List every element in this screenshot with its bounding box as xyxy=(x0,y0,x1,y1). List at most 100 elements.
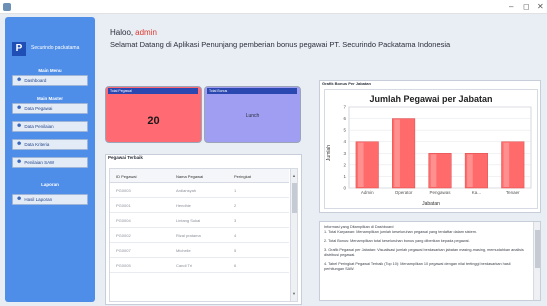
greeting-text: Haloo, xyxy=(110,28,134,37)
x-tick-label: Tenaer xyxy=(506,190,520,195)
cell-name: Candi Tri xyxy=(176,263,193,268)
x-tick-label: Ka... xyxy=(472,190,481,195)
bar-highlight xyxy=(430,154,437,187)
master-title: Main Master xyxy=(36,96,63,101)
data-penilaian-button[interactable]: ☻ Data Penilaian xyxy=(12,121,88,132)
column-header[interactable]: ID Pegawai xyxy=(116,174,136,179)
penilaian-saw-button[interactable]: ☻ Penilaian SAW xyxy=(12,157,88,168)
best-employee-panel: Pegawai Terbaik ID Pegawai Nama Pegawai … xyxy=(105,154,302,305)
y-tick-label: 7 xyxy=(343,105,346,110)
menu-label: Hasil Laporan xyxy=(24,197,53,202)
users-icon: ☻ xyxy=(16,159,23,166)
chart-title: Jumlah Pegawai per Jabatan xyxy=(369,94,492,104)
chart-caption: Grafik Bonus Per Jabatan xyxy=(322,81,371,86)
username: admin xyxy=(135,28,157,37)
cell-rank: 1 xyxy=(234,188,237,193)
title-bar: – ◻ ✕ xyxy=(0,0,547,14)
data-pegawai-button[interactable]: ☻ Data Pegawai xyxy=(12,103,88,114)
cell-rank: 2 xyxy=(234,203,237,208)
users-icon: ☻ xyxy=(16,123,23,130)
y-tick-label: 5 xyxy=(343,128,346,133)
y-axis-label: Jumlah xyxy=(326,145,332,161)
info-text[interactable]: Informasi yang Ditampilkan di Dashboard … xyxy=(324,225,530,276)
minimize-icon[interactable]: – xyxy=(509,1,513,13)
y-tick-label: 4 xyxy=(343,139,346,144)
table-row[interactable]: PG0007 Michelle 5 xyxy=(110,243,289,258)
table-scrollbar[interactable]: ▲ ▼ xyxy=(290,169,297,301)
dashboard-button[interactable]: ☻ Dashboard xyxy=(12,75,88,86)
info-line: 1. Total Karyawan: Menampilkan jumlah ke… xyxy=(324,230,477,235)
card-title: Total Pegawai xyxy=(108,88,198,94)
card-value: 20 xyxy=(147,115,160,127)
users-icon: ☻ xyxy=(16,105,23,112)
bar-highlight xyxy=(357,142,364,187)
cell-name: Lintang Sukai xyxy=(176,218,201,223)
welcome-message: Selamat Datang di Aplikasi Penunjang pem… xyxy=(110,40,451,49)
bar-highlight xyxy=(467,154,473,187)
report-title: Laporan xyxy=(41,182,59,187)
greeting: Haloo, admin xyxy=(110,28,157,37)
users-icon: ☻ xyxy=(16,77,23,84)
data-kriteria-button[interactable]: ☻ Data Kriteria xyxy=(12,139,88,150)
info-line: 4. Tabel Peringkat Pegawai Terbaik (Top … xyxy=(324,261,511,272)
table-row[interactable]: PG0005 Candi Tri 6 xyxy=(110,258,289,273)
x-tick-label: Operator xyxy=(395,190,413,195)
total-bonus-card: Total Bonus Lunch xyxy=(204,86,301,143)
menu-label: Data Penilaian xyxy=(24,124,54,129)
y-tick-label: 2 xyxy=(343,162,346,167)
card-title: Total Bonus xyxy=(207,88,297,94)
hasil-laporan-button[interactable]: ☻ Hasil Laporan xyxy=(12,194,88,205)
menu-label: Data Kriteria xyxy=(24,142,50,147)
sidebar: P Securindo packatama Main Menu ☻ Dashboa… xyxy=(5,17,95,302)
close-icon[interactable]: ✕ xyxy=(537,1,544,13)
cell-id: PG0005 xyxy=(116,263,131,268)
scroll-up-icon[interactable]: ▲ xyxy=(292,173,296,178)
logo-text: Securindo packatama xyxy=(31,45,80,51)
table-title: Pegawai Terbaik xyxy=(108,155,143,160)
cell-name: Rizal pratama xyxy=(176,233,201,238)
users-icon: ☻ xyxy=(16,196,23,203)
table-row[interactable]: PG0004 Lintang Sukai 3 xyxy=(110,213,289,228)
cell-rank: 3 xyxy=(234,218,237,223)
info-scrollbar[interactable] xyxy=(533,222,540,300)
logo-icon: P xyxy=(12,42,26,56)
users-icon: ☻ xyxy=(16,141,23,148)
total-pegawai-card: Total Pegawai 20 xyxy=(105,86,202,143)
cell-id: PG0003 xyxy=(116,188,131,193)
info-line: 3. Grafik Pegawai per Jabatan: Visualisa… xyxy=(324,247,524,258)
bar-highlight xyxy=(503,142,510,187)
info-panel: Informasi yang Ditampilkan di Dashboard … xyxy=(319,221,541,301)
info-scroll-thumb[interactable] xyxy=(535,230,540,268)
column-header[interactable]: Peringkat xyxy=(234,174,251,179)
best-employee-table: ID Pegawai Nama Pegawai Peringkat PG0003… xyxy=(109,168,298,302)
app-window: P Securindo packatama Main Menu ☻ Dashboa… xyxy=(0,14,547,306)
cell-id: PG0001 xyxy=(116,203,131,208)
scroll-down-icon[interactable]: ▼ xyxy=(292,291,296,296)
cell-name: Hendhie xyxy=(176,203,191,208)
table-row[interactable]: PG0001 Hendhie 2 xyxy=(110,198,289,213)
table-row[interactable]: PG0003 Ardiansyah 1 xyxy=(110,183,289,198)
cell-name: Ardiansyah xyxy=(176,188,197,193)
x-tick-label: Pengawas xyxy=(429,190,451,195)
table-header: ID Pegawai Nama Pegawai Peringkat xyxy=(110,169,289,183)
bar-chart: Jumlah Pegawai per Jabatan Jabatan Jumla… xyxy=(326,94,532,207)
cell-name: Michelle xyxy=(176,248,191,253)
app-icon xyxy=(3,3,11,11)
cell-id: PG0007 xyxy=(116,248,131,253)
cell-id: PG0002 xyxy=(116,233,131,238)
main-menu-title: Main Menu xyxy=(38,68,62,73)
x-axis-label: Jabatan xyxy=(422,201,440,207)
maximize-icon[interactable]: ◻ xyxy=(523,1,530,13)
cell-rank: 5 xyxy=(234,248,237,253)
dashboard-label: Dashboard xyxy=(24,78,47,83)
info-line: 2. Total Bonus: Menampilkan total keselu… xyxy=(324,239,470,244)
column-header[interactable]: Nama Pegawai xyxy=(176,174,203,179)
scroll-thumb[interactable] xyxy=(292,183,297,213)
chart-area: Jumlah Pegawai per Jabatan Jabatan Jumla… xyxy=(324,89,538,209)
table-row[interactable]: PG0002 Rizal pratama 4 xyxy=(110,228,289,243)
bar-highlight xyxy=(394,119,400,187)
y-tick-label: 1 xyxy=(343,174,346,179)
menu-label: Data Pegawai xyxy=(24,106,53,111)
card-value: Lunch xyxy=(245,113,260,119)
y-tick-label: 6 xyxy=(343,116,346,121)
